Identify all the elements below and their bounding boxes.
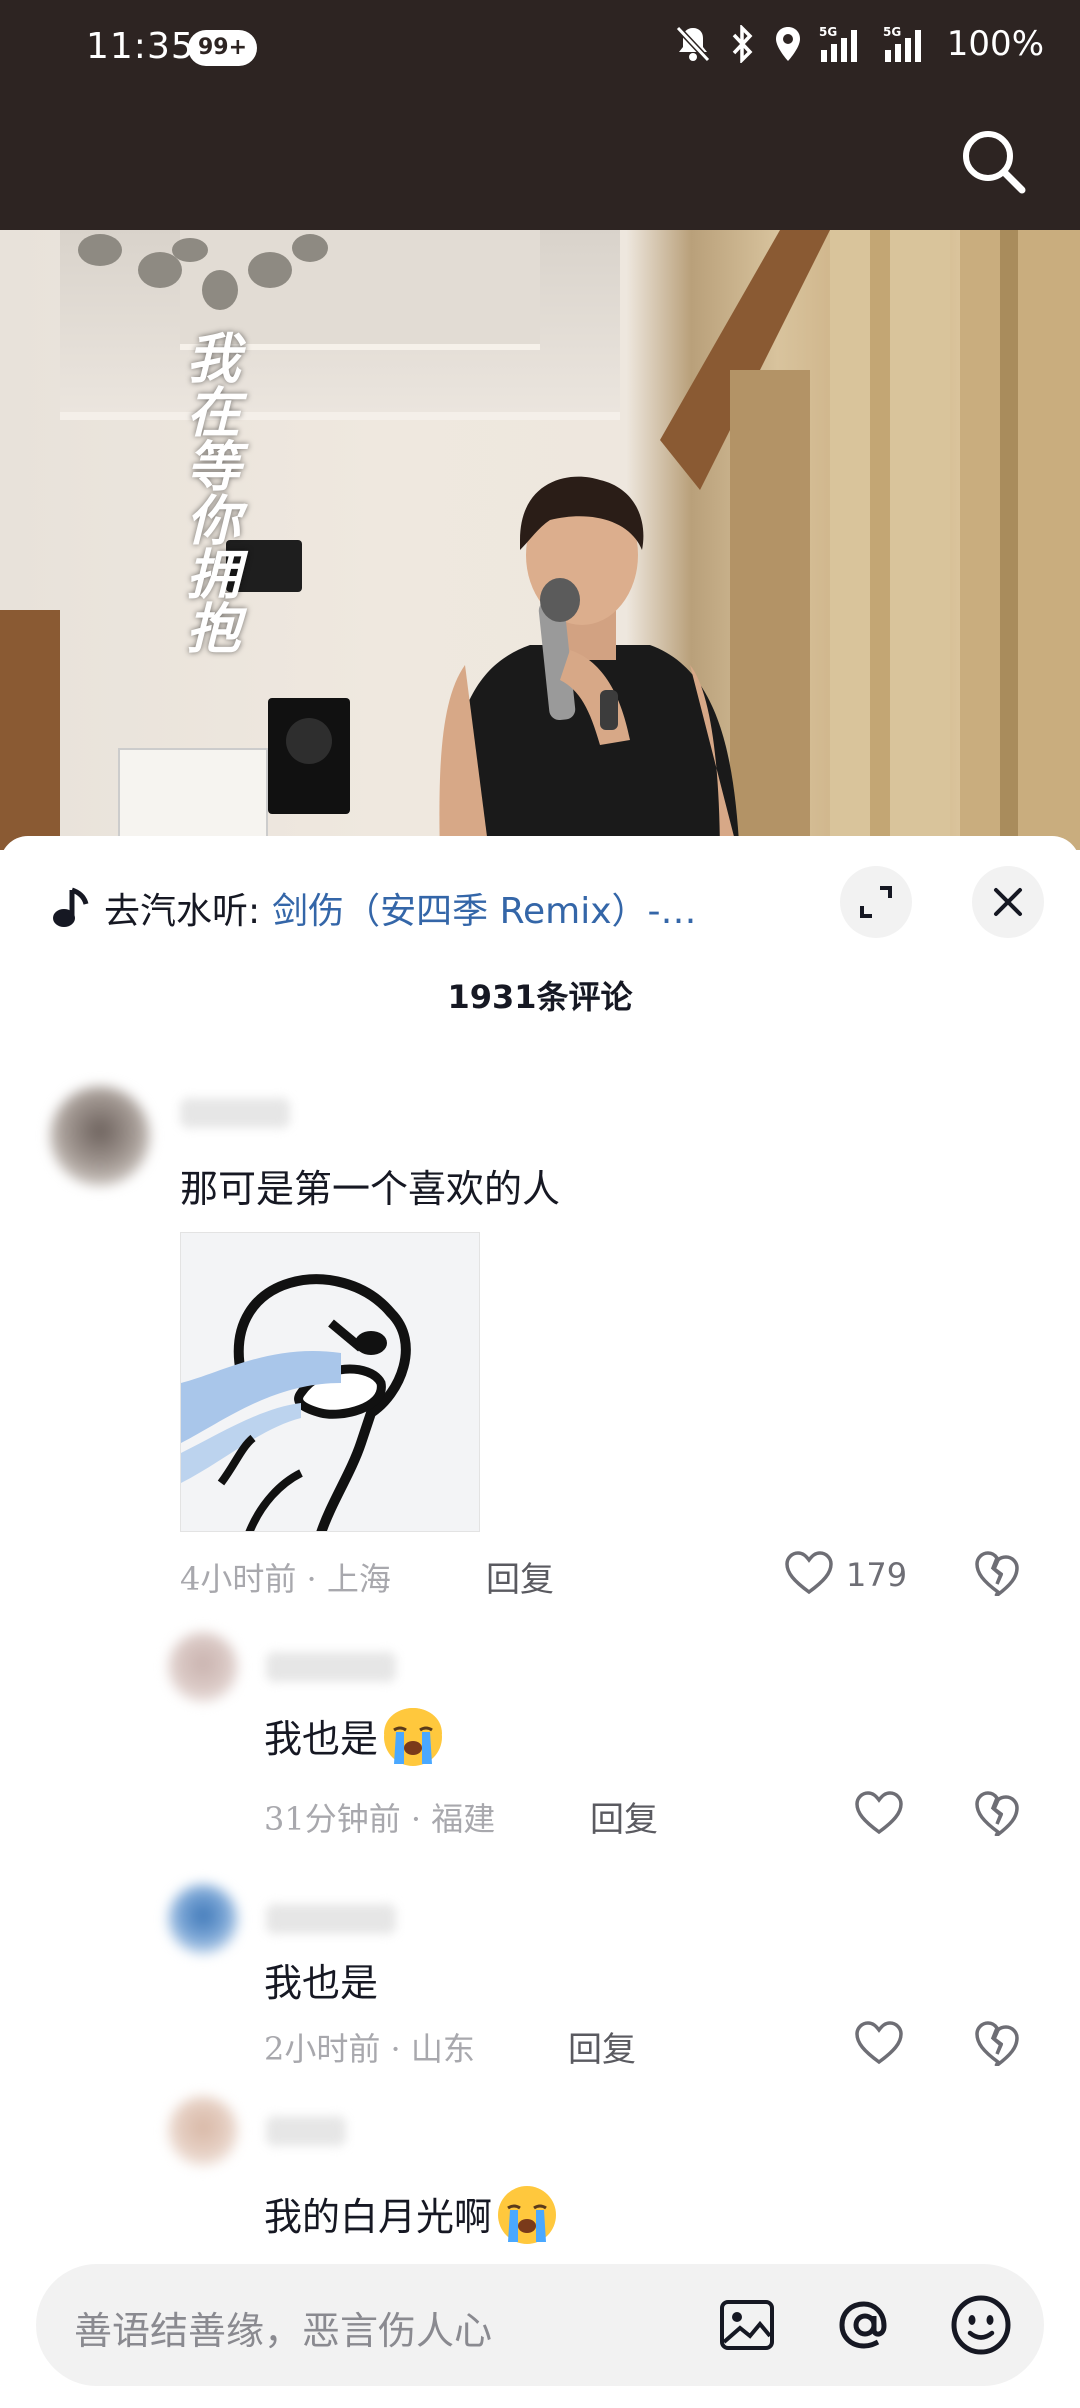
like-icon[interactable] [854, 2020, 904, 2066]
notification-badge: 99+ [188, 30, 258, 66]
video-player[interactable]: 我在等你拥抱 [0, 230, 1080, 850]
comment-sheet: 去汽水听: 剑伤（安四季 Remix）-… 1931条评论 那可是第一个喜欢的人… [0, 836, 1080, 2408]
reply-button[interactable]: 回复 [486, 1552, 554, 1601]
avatar[interactable] [168, 2096, 238, 2166]
music-note-icon [53, 887, 89, 927]
mute-bell-icon [675, 25, 710, 63]
signal-5g-icon-2: 5G [883, 25, 921, 62]
comment-text: 我也是 [264, 1961, 379, 2005]
dislike-icon[interactable] [974, 2020, 1022, 2066]
reply-button[interactable]: 回复 [568, 2022, 636, 2071]
close-button[interactable] [972, 866, 1044, 938]
crying-sticker-image [181, 1274, 411, 1531]
reply-button[interactable]: 回复 [590, 1792, 658, 1841]
comment-count: 1931条评论 [447, 978, 633, 1016]
comment-meta: 2小时前 · 山东 [264, 2030, 475, 2068]
image-button[interactable] [712, 2290, 782, 2360]
bluetooth-icon [732, 25, 753, 63]
music-link[interactable]: 去汽水听: 剑伤（安四季 Remix）-… [50, 880, 810, 936]
drawing-board [118, 748, 268, 850]
avatar[interactable] [168, 1884, 238, 1954]
signal-5g-icon: 5G [819, 25, 857, 62]
top-bar [0, 100, 1080, 230]
music-prefix: 去汽水听: [104, 891, 261, 932]
battery-level: 100% [946, 24, 1044, 64]
username-redacted[interactable] [266, 1904, 396, 1934]
loudly-crying-face-icon [498, 2186, 557, 2244]
emoji-button[interactable] [946, 2290, 1016, 2360]
location-icon [775, 27, 800, 61]
chandelier [78, 234, 328, 310]
like-count: 179 [846, 1556, 908, 1594]
close-icon [994, 888, 1022, 916]
comment-input-placeholder[interactable]: 善语结善缘，恶言伤人心 [74, 2300, 492, 2355]
floor-speaker [268, 698, 350, 814]
svg-text:5G: 5G [883, 25, 901, 39]
avatar[interactable] [168, 1632, 238, 1702]
smiley-face-icon [951, 2295, 1011, 2355]
like-icon[interactable] [784, 1550, 834, 1596]
comment-input-bar[interactable]: 善语结善缘，恶言伤人心 [36, 2264, 1044, 2386]
comment-meta: 31分钟前 · 福建 [264, 1800, 496, 1838]
avatar[interactable] [50, 1086, 150, 1186]
image-icon [720, 2300, 774, 2350]
mention-button[interactable] [830, 2290, 900, 2360]
video-caption: 我在等你拥抱 [177, 330, 241, 654]
singer [439, 476, 740, 850]
at-sign-icon [839, 2301, 887, 2349]
expand-button[interactable] [840, 866, 912, 938]
username-redacted[interactable] [266, 1652, 396, 1682]
search-button[interactable] [954, 122, 1034, 202]
music-title[interactable]: 剑伤（安四季 Remix）-… [272, 882, 696, 934]
status-bar: 11:35 99+ 5G 5G 100% [0, 0, 1080, 100]
loudly-crying-face-icon [384, 1708, 443, 1766]
comment-sticker[interactable] [180, 1232, 480, 1532]
like-icon[interactable] [854, 1790, 904, 1836]
status-icons: 5G 5G 100% [675, 24, 1044, 64]
dislike-icon[interactable] [974, 1550, 1022, 1596]
comment-text: 那可是第一个喜欢的人 [180, 1167, 561, 1211]
dislike-icon[interactable] [974, 1790, 1022, 1836]
username-redacted[interactable] [180, 1098, 290, 1128]
username-redacted[interactable] [266, 2116, 346, 2146]
status-time: 11:35 [86, 26, 195, 67]
comment-text: 我也是 [264, 1702, 446, 1768]
door [0, 610, 60, 850]
search-icon [963, 131, 1026, 194]
comment-text: 我的白月光啊 [264, 2180, 560, 2246]
svg-text:5G: 5G [819, 25, 837, 39]
comment-meta: 4小时前 · 上海 [180, 1560, 391, 1598]
expand-icon [860, 886, 892, 918]
